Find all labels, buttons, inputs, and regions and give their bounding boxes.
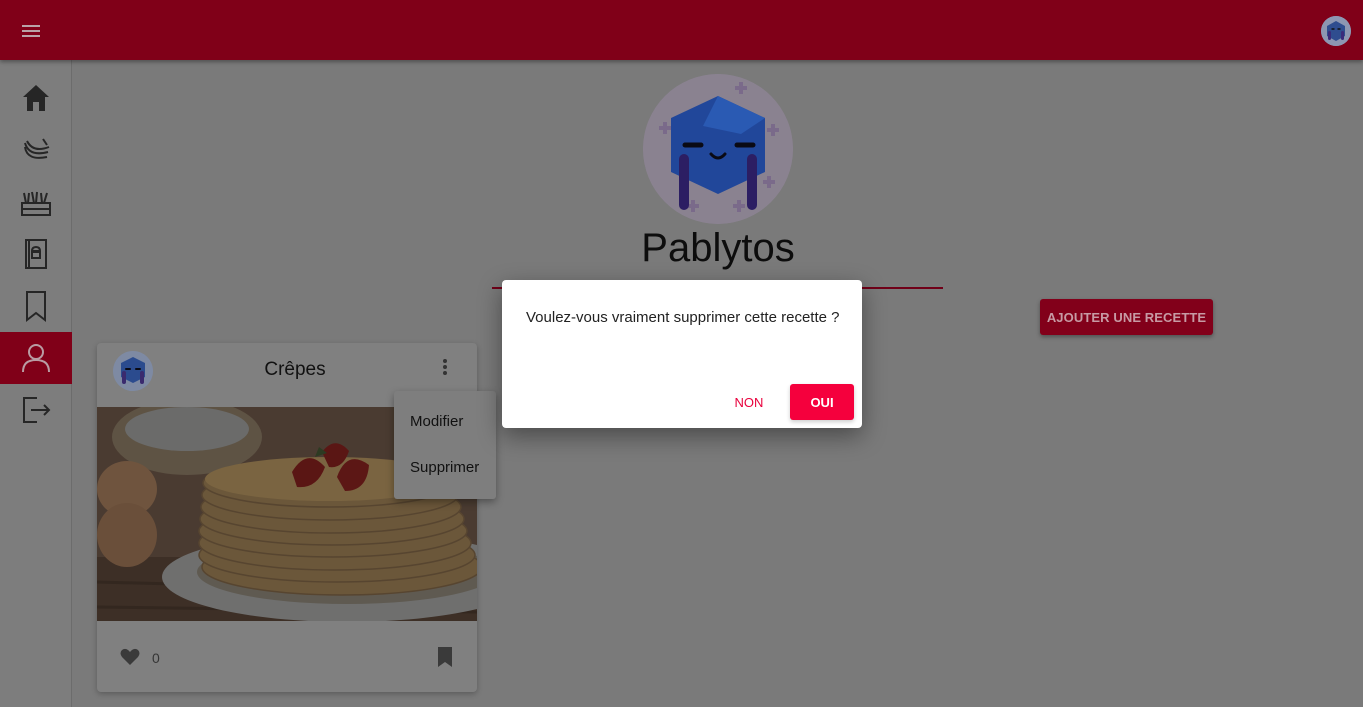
vegetables-icon xyxy=(21,191,51,216)
recipe-book-icon xyxy=(25,239,47,269)
sidebar-item-bookmarks[interactable] xyxy=(0,280,72,332)
heart-icon[interactable] xyxy=(119,646,141,668)
robot-avatar-icon xyxy=(1321,16,1351,46)
sidebar-item-recipe-book[interactable] xyxy=(0,228,72,280)
home-icon xyxy=(23,85,49,111)
like-count: 0 xyxy=(152,650,160,666)
user-icon xyxy=(22,344,50,373)
hamburger-menu-icon[interactable] xyxy=(22,22,50,42)
profile-avatar xyxy=(643,74,793,224)
recipe-author-avatar xyxy=(113,351,153,391)
bookmark-icon xyxy=(26,291,46,323)
logout-icon xyxy=(23,397,51,423)
app-bar xyxy=(0,0,1363,60)
confirm-delete-dialog: Voulez-vous vraiment supprimer cette rec… xyxy=(502,280,862,428)
robot-avatar-icon xyxy=(113,351,153,391)
recipe-card-footer: 0 xyxy=(97,621,477,692)
menu-item-delete[interactable]: Supprimer xyxy=(410,459,479,476)
more-vert-icon[interactable] xyxy=(435,357,455,381)
cancel-button[interactable]: NON xyxy=(724,384,774,420)
sidebar xyxy=(0,60,72,707)
sidebar-item-vegetables[interactable] xyxy=(0,176,72,228)
bookmark-icon[interactable] xyxy=(436,646,454,668)
sidebar-item-home[interactable] xyxy=(0,72,72,124)
sidebar-item-profile[interactable] xyxy=(0,332,72,384)
robot-avatar-icon xyxy=(643,74,793,224)
recipe-context-menu: Modifier Supprimer xyxy=(394,391,496,499)
add-recipe-button[interactable]: AJOUTER UNE RECETTE xyxy=(1040,299,1213,335)
banana-icon xyxy=(24,138,50,159)
user-avatar[interactable] xyxy=(1321,16,1351,46)
menu-item-modify[interactable]: Modifier xyxy=(410,413,463,430)
confirm-button[interactable]: OUI xyxy=(790,384,854,420)
sidebar-item-logout[interactable] xyxy=(0,384,72,436)
profile-username: Pablytos xyxy=(641,226,795,270)
recipe-title: Crêpes xyxy=(264,359,326,380)
dialog-message: Voulez-vous vraiment supprimer cette rec… xyxy=(526,309,840,326)
sidebar-item-bananas[interactable] xyxy=(0,124,72,176)
